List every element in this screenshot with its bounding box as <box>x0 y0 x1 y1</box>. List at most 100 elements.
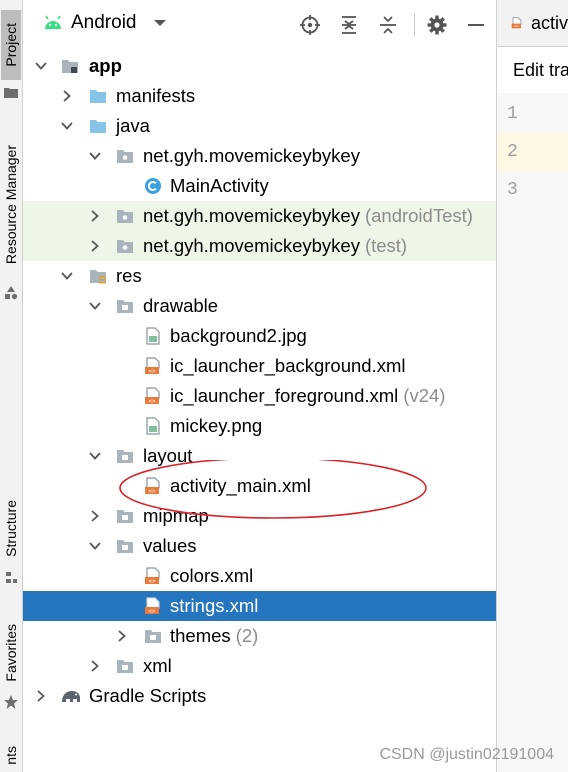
tab-resource-manager[interactable]: Resource Manager <box>1 130 21 280</box>
chevron-down-icon <box>89 542 101 550</box>
tree-item-label: net.gyh.movemickeybykey <box>143 145 360 166</box>
tree-item-label: manifests <box>116 85 196 106</box>
tree-item-ic-launcher-background[interactable]: <> ic_launcher_background.xml <box>23 351 496 381</box>
chevron-right-icon <box>37 690 45 702</box>
module-folder-icon <box>62 60 78 73</box>
tab-structure-label: Structure <box>3 499 19 557</box>
locate-button[interactable] <box>299 14 321 36</box>
gradle-elephant-icon <box>62 691 80 702</box>
minimize-icon <box>468 24 484 26</box>
tree-item-label: themes <box>170 625 231 646</box>
resource-manager-icon <box>5 286 18 300</box>
folder-icon <box>90 120 106 133</box>
chevron-right-icon <box>91 660 99 672</box>
tree-item-xml[interactable]: xml <box>23 651 496 681</box>
package-icon <box>117 240 133 253</box>
tree-item-drawable[interactable]: drawable <box>23 291 496 321</box>
svg-text:<>: <> <box>148 578 156 585</box>
tab-variants[interactable]: nts <box>1 738 21 772</box>
tree-item-colors[interactable]: <> colors.xml <box>23 561 496 591</box>
tree-item-suffix: (v24) <box>403 385 446 406</box>
folder-icon <box>117 300 133 313</box>
view-selector[interactable]: Android <box>43 8 167 38</box>
edit-translations-link[interactable]: Edit tra <box>513 60 568 81</box>
tree-item-suffix: (2) <box>235 625 259 646</box>
line-number: 3 <box>507 180 518 200</box>
chevron-down-icon <box>61 122 73 130</box>
expand-all-button[interactable] <box>338 14 360 36</box>
tree-item-strings[interactable]: <> strings.xml <box>23 591 496 621</box>
svg-text:<>: <> <box>514 24 519 29</box>
svg-text:<>: <> <box>148 608 156 615</box>
tab-variants-label: nts <box>3 745 19 765</box>
tree-item-mickey[interactable]: mickey.png <box>23 411 496 441</box>
settings-button[interactable] <box>426 14 448 36</box>
tree-item-package[interactable]: net.gyh.movemickeybykey <box>23 141 496 171</box>
tree-item-package-test[interactable]: net.gyh.movemickeybykey (test) <box>23 231 496 261</box>
tree-item-values[interactable]: values <box>23 531 496 561</box>
xml-file-icon: <> <box>145 567 160 585</box>
tab-project[interactable]: Project <box>1 10 21 80</box>
chevron-down-icon <box>89 452 101 460</box>
tree-item-res[interactable]: res <box>23 261 496 291</box>
editor-area: <> activ Edit tra 1 2 3 <box>497 0 568 772</box>
locate-icon <box>300 15 320 35</box>
tree-item-suffix: (test) <box>364 235 408 256</box>
project-panel: Android app manifests java net.gyh.movem… <box>23 0 497 772</box>
editor-tab[interactable]: <> activ <box>497 0 568 47</box>
chevron-right-icon <box>118 630 126 642</box>
watermark: CSDN @justin02191004 <box>379 746 554 763</box>
tool-window-strip: Project Resource Manager Structure Favor… <box>0 0 23 772</box>
tree-item-label: net.gyh.movemickeybykey <box>143 235 360 256</box>
chevron-right-icon <box>91 510 99 522</box>
tab-resource-manager-label: Resource Manager <box>3 145 19 265</box>
collapse-all-button[interactable] <box>377 14 399 36</box>
tree-item-label: strings.xml <box>170 595 259 616</box>
tree-item-mainactivity[interactable]: MainActivity <box>23 171 496 201</box>
edit-translations-bar[interactable]: Edit tra <box>497 47 568 94</box>
tree-item-label: xml <box>143 655 172 676</box>
chevron-right-icon <box>91 210 99 222</box>
chevron-down-icon <box>89 152 101 160</box>
image-file-icon <box>146 327 160 345</box>
folder-icon <box>117 660 133 673</box>
tree-item-label: app <box>89 55 122 76</box>
star-icon <box>4 695 18 709</box>
expand-all-icon <box>342 16 356 34</box>
tree-item-background2[interactable]: background2.jpg <box>23 321 496 351</box>
chevron-down-icon <box>61 272 73 280</box>
tree-item-java[interactable]: java <box>23 111 496 141</box>
tree-item-label: mickey.png <box>170 415 263 436</box>
chevron-right-icon <box>91 240 99 252</box>
xml-file-icon: <> <box>145 597 160 615</box>
tree-item-ic-launcher-foreground[interactable]: <> ic_launcher_foreground.xml (v24) <box>23 381 496 411</box>
tree-item-gradle-scripts[interactable]: Gradle Scripts <box>23 681 496 711</box>
tree-item-app[interactable]: app <box>23 51 496 81</box>
tab-structure[interactable]: Structure <box>1 488 21 568</box>
tree-item-label: ic_launcher_foreground.xml <box>170 385 399 406</box>
image-file-icon <box>146 417 160 435</box>
gear-icon <box>427 15 447 35</box>
tree-item-label: drawable <box>143 295 219 316</box>
structure-icon <box>6 572 17 583</box>
folder-icon <box>117 540 133 553</box>
line-number-current: 2 <box>497 133 568 171</box>
package-icon <box>117 210 133 223</box>
tree-item-themes[interactable]: themes (2) <box>23 621 496 651</box>
tree-item-label: java <box>116 115 150 136</box>
tree-item-manifests[interactable]: manifests <box>23 81 496 111</box>
android-icon <box>45 15 61 29</box>
project-toolbar: Android <box>23 0 496 46</box>
tab-favorites[interactable]: Favorites <box>1 615 21 690</box>
minimize-button[interactable] <box>465 14 487 36</box>
line-number: 1 <box>507 104 518 124</box>
tree-item-label: colors.xml <box>170 565 254 586</box>
annotation-ellipse <box>119 460 427 519</box>
xml-file-icon: <> <box>145 387 160 405</box>
tree-item-label: net.gyh.movemickeybykey <box>143 205 360 226</box>
folder-icon <box>90 90 106 103</box>
toolbar-separator <box>414 14 415 36</box>
chevron-down-icon <box>153 20 166 26</box>
tree-item-package-androidtest[interactable]: net.gyh.movemickeybykey (androidTest) <box>23 201 496 231</box>
package-icon <box>117 150 133 163</box>
